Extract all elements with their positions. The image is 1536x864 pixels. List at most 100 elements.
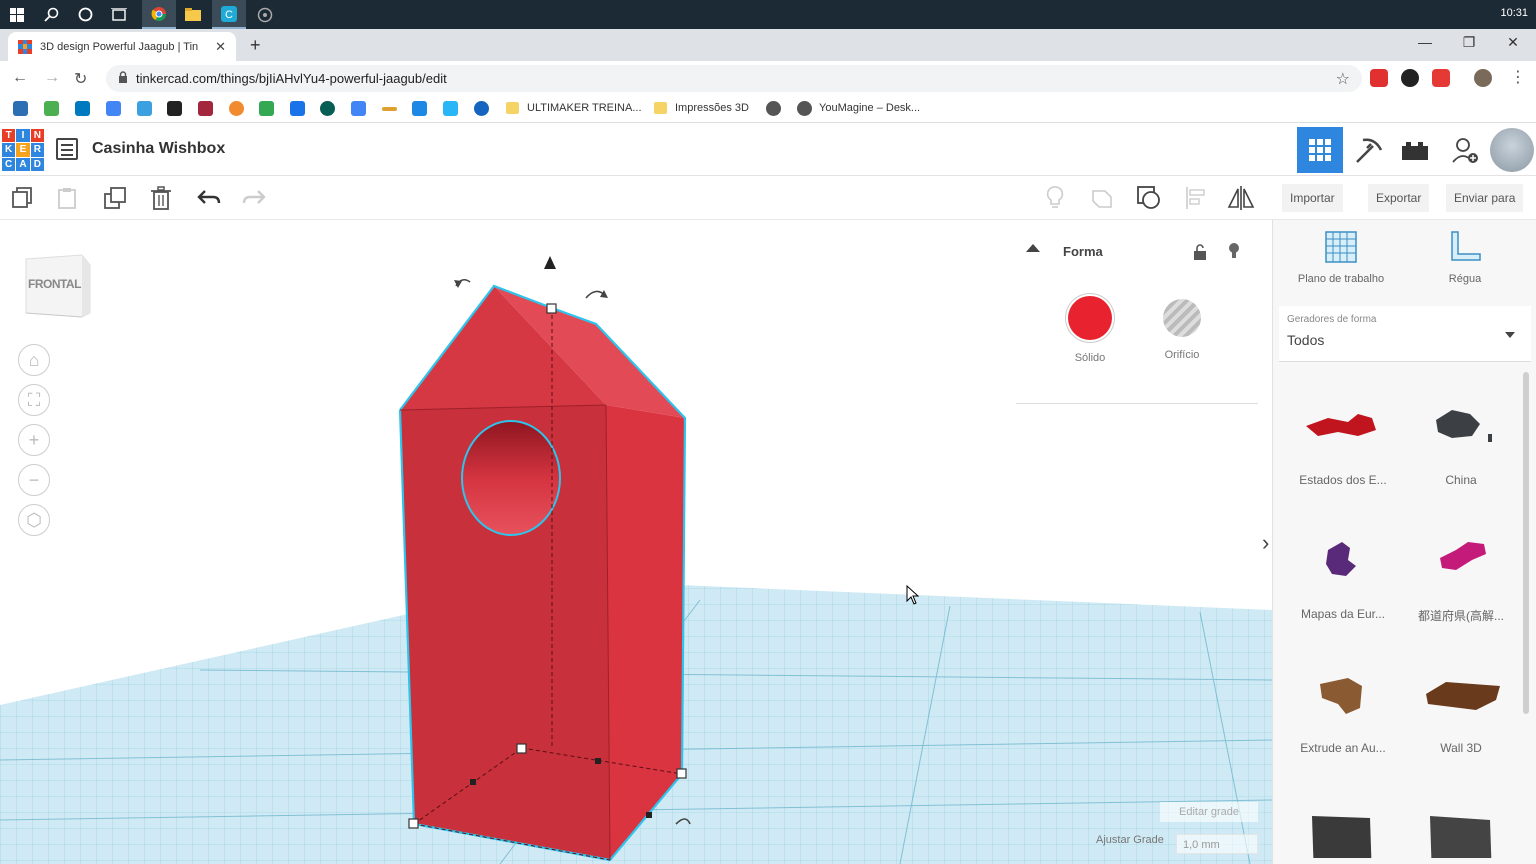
minimize-button[interactable]: —	[1410, 34, 1440, 50]
lego-bricks-icon[interactable]	[1392, 127, 1438, 173]
app-taskbar-icon[interactable]: C	[212, 0, 246, 29]
fit-view-icon[interactable]: ⛶	[18, 384, 50, 416]
bookmark-icon[interactable]	[382, 107, 397, 111]
hole-option[interactable]: Orifício	[1152, 296, 1212, 361]
browser-menu-icon[interactable]: ⋮	[1510, 67, 1526, 87]
light-bulb-icon[interactable]	[1227, 242, 1241, 263]
perspective-icon[interactable]: ⬡	[18, 504, 50, 536]
send-to-button[interactable]: Enviar para	[1446, 184, 1524, 212]
mirror-icon[interactable]	[1227, 184, 1255, 212]
logo-letter: N	[30, 129, 44, 143]
cortana-icon[interactable]	[68, 0, 102, 29]
shape-item[interactable]: 都道府県(高解...	[1401, 504, 1521, 624]
bookmark-label[interactable]: ULTIMAKER TREINA...	[527, 102, 642, 114]
delete-trash-icon[interactable]	[147, 184, 175, 212]
chrome-taskbar-icon[interactable]	[142, 0, 176, 29]
shape-generators-dropdown[interactable]: Geradores de forma Todos	[1279, 306, 1531, 362]
new-tab-button[interactable]: +	[250, 35, 261, 56]
shape-item[interactable]: Estados dos E...	[1283, 370, 1403, 490]
bookmark-p-icon[interactable]	[167, 101, 182, 116]
bookmark-docs-icon[interactable]	[106, 101, 121, 116]
ruler-tool[interactable]: Régua	[1405, 230, 1525, 285]
home-view-icon[interactable]: ⌂	[18, 344, 50, 376]
shape-item[interactable]: Mapas da Eur...	[1283, 504, 1403, 624]
logo-letter: E	[16, 143, 30, 157]
shape-item[interactable]	[1401, 772, 1521, 864]
snap-grid-select[interactable]: 1,0 mm	[1176, 834, 1258, 854]
bookmark-icon[interactable]	[474, 101, 489, 116]
copy-icon[interactable]	[9, 184, 37, 212]
zoom-out-icon[interactable]: −	[18, 464, 50, 496]
bookmark-m-icon[interactable]	[412, 101, 427, 116]
bookmark-label[interactable]: YouMagine – Desk...	[819, 102, 920, 114]
lock-icon[interactable]	[1194, 244, 1206, 263]
sidebar-scrollbar[interactable]	[1523, 372, 1529, 714]
bookmark-docs-icon[interactable]	[351, 101, 366, 116]
bookmark-trello-icon[interactable]	[75, 101, 90, 116]
round-hole[interactable]	[461, 420, 561, 536]
align-icon[interactable]	[1182, 184, 1210, 212]
bookmark-icon[interactable]	[229, 101, 244, 116]
bookmark-icon[interactable]	[443, 101, 458, 116]
bookmark-icon[interactable]	[13, 101, 28, 116]
design-title[interactable]: Casinha Wishbox	[92, 140, 225, 158]
restore-button[interactable]: ❐	[1454, 34, 1484, 51]
export-button[interactable]: Exportar	[1368, 184, 1430, 212]
codeblocks-pickaxe-icon[interactable]	[1345, 127, 1391, 173]
user-avatar[interactable]	[1490, 128, 1534, 172]
duplicate-icon[interactable]	[101, 184, 129, 212]
panel-collapse-chevron-icon[interactable]: ›	[1262, 530, 1269, 556]
add-user-icon[interactable]	[1442, 127, 1488, 173]
settings-taskbar-icon[interactable]	[248, 0, 282, 29]
bookmark-label[interactable]: Impressões 3D	[675, 102, 749, 114]
design-list-icon[interactable]	[56, 138, 78, 160]
height-arrow-icon[interactable]	[544, 256, 556, 269]
solid-option[interactable]: Sólido	[1060, 296, 1120, 364]
paste-icon[interactable]	[54, 184, 82, 212]
workplane-tool[interactable]: Plano de trabalho	[1281, 230, 1401, 285]
undo-icon[interactable]	[195, 184, 223, 212]
ungroup-icon[interactable]	[1135, 184, 1163, 212]
view-cube[interactable]: FRONTAL	[24, 253, 92, 319]
lock-icon	[118, 71, 128, 86]
edit-grid-button[interactable]: Editar grade	[1160, 802, 1258, 822]
windows-start-icon[interactable]	[0, 0, 34, 29]
url-bar[interactable]: tinkercad.com/things/bjIiAHvlYu4-powerfu…	[106, 65, 1362, 92]
bookmark-star-icon[interactable]: ☆	[1336, 69, 1350, 89]
close-window-button[interactable]: ✕	[1498, 34, 1528, 51]
extension-camera-icon[interactable]	[1432, 69, 1450, 87]
bookmark-icon[interactable]	[320, 101, 335, 116]
hole-swatch[interactable]	[1163, 299, 1201, 337]
import-button[interactable]: Importar	[1282, 184, 1343, 212]
zoom-in-icon[interactable]: +	[18, 424, 50, 456]
solid-color-swatch[interactable]	[1068, 296, 1112, 340]
group-icon[interactable]	[1088, 184, 1116, 212]
3d-view-grid-icon[interactable]	[1297, 127, 1343, 173]
file-explorer-icon[interactable]	[176, 0, 210, 29]
bookmark-icon[interactable]	[137, 101, 152, 116]
profile-icon[interactable]	[1474, 69, 1492, 87]
shape-item[interactable]	[1283, 772, 1403, 864]
lightbulb-icon[interactable]	[1041, 184, 1069, 212]
shape-item[interactable]: Extrude an Au...	[1283, 638, 1403, 758]
shape-item[interactable]: China	[1401, 370, 1521, 490]
shape-item[interactable]: Wall 3D	[1401, 638, 1521, 758]
shape-name: Extrude an Au...	[1300, 741, 1386, 755]
task-view-icon[interactable]	[102, 0, 136, 29]
bookmark-icon[interactable]	[198, 101, 213, 116]
bookmark-drive-icon[interactable]	[44, 101, 59, 116]
bookmark-calendar-icon[interactable]	[290, 101, 305, 116]
bookmark-drive-icon[interactable]	[259, 101, 274, 116]
extension-play-icon[interactable]	[1401, 69, 1419, 87]
search-icon[interactable]	[34, 0, 68, 29]
collapse-caret-icon[interactable]	[1026, 244, 1040, 252]
tab-close-icon[interactable]: ✕	[215, 39, 226, 55]
browser-tab[interactable]: 3D design Powerful Jaagub | Tin ✕	[8, 32, 236, 61]
back-icon[interactable]: ←	[12, 69, 28, 87]
3d-viewport[interactable]: FRONTAL ⌂ ⛶ + − ⬡ Forma Sólido Orifício …	[0, 220, 1272, 864]
reload-icon[interactable]: ↻	[74, 69, 87, 89]
extension-icon[interactable]	[1370, 69, 1388, 87]
redo-icon[interactable]	[240, 184, 268, 212]
tinkercad-logo[interactable]: T I N K E R C A D	[2, 129, 44, 171]
forward-icon[interactable]: →	[44, 69, 60, 87]
